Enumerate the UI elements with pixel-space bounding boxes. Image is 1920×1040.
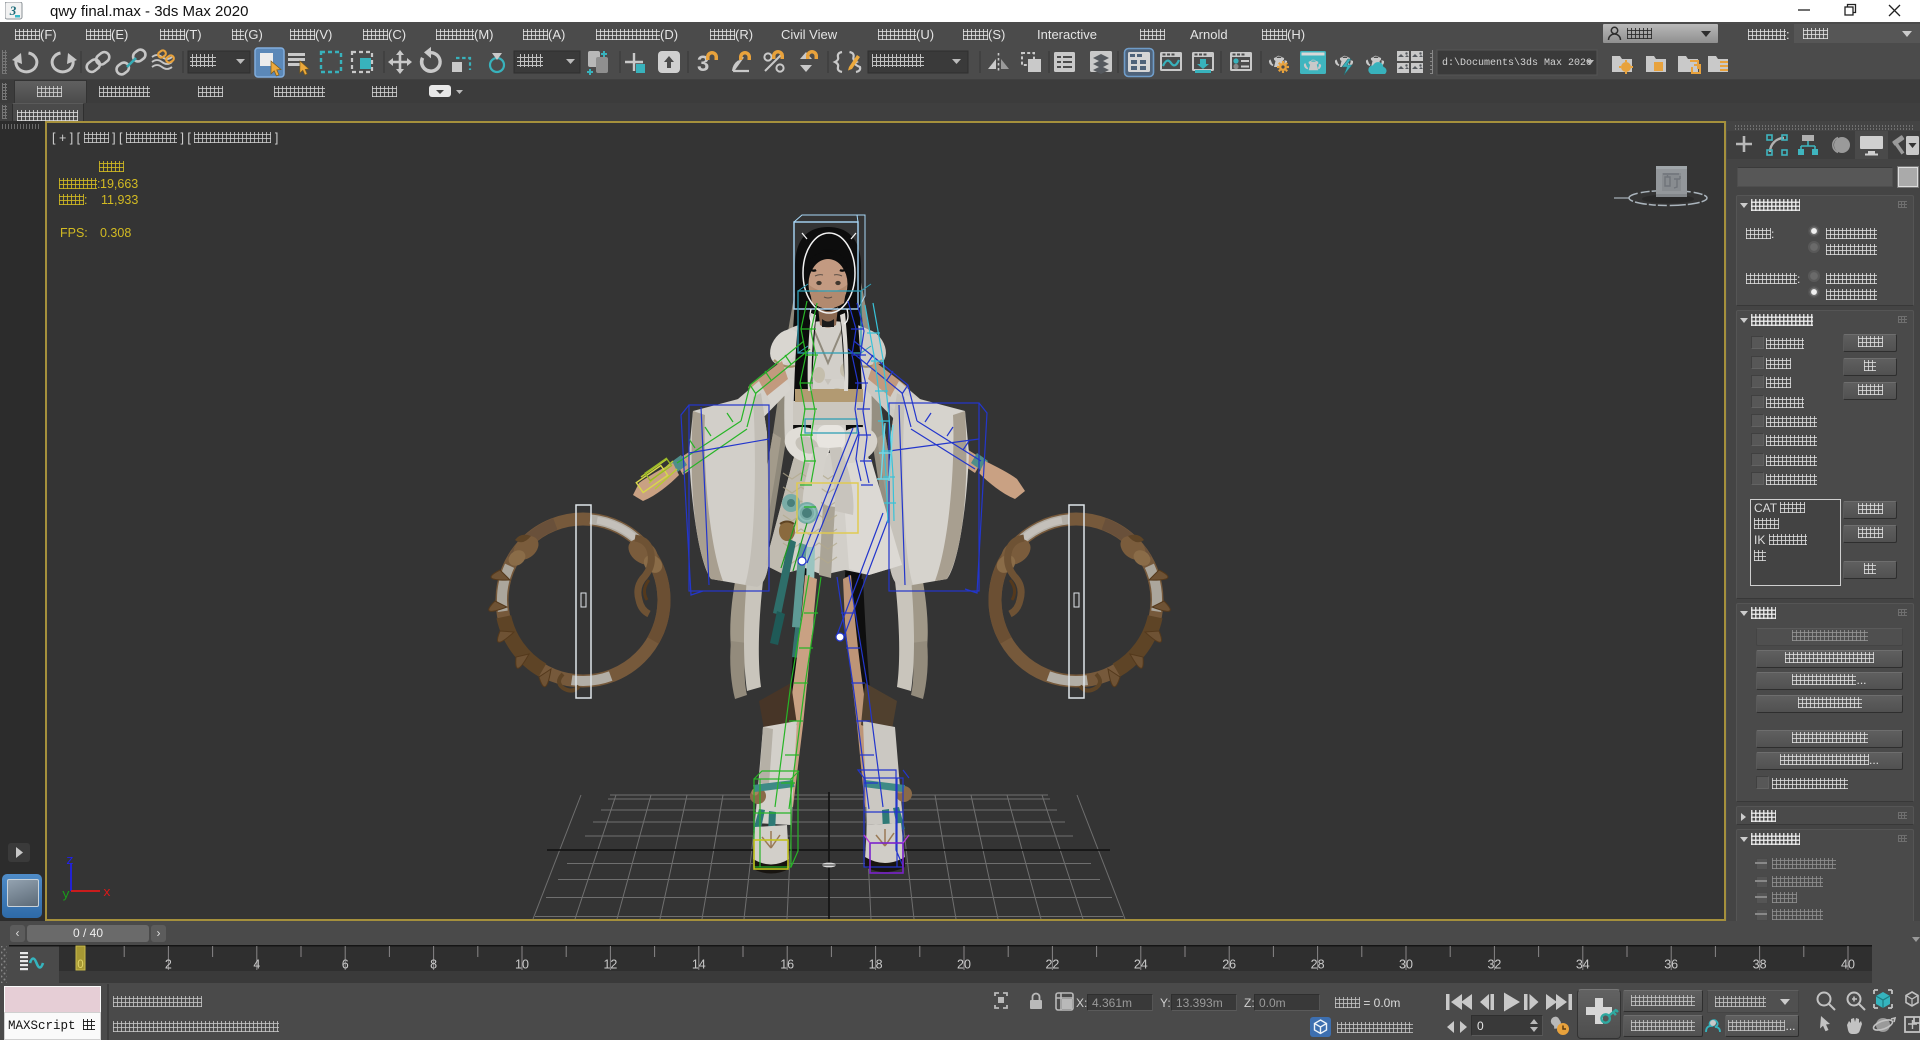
- svg-text:34: 34: [1576, 958, 1590, 972]
- svg-text:30: 30: [1399, 958, 1413, 972]
- svg-text:18: 18: [869, 958, 883, 972]
- svg-text:y: y: [62, 887, 70, 902]
- svg-text:12: 12: [603, 958, 617, 972]
- svg-text:26: 26: [1222, 958, 1236, 972]
- svg-text:20: 20: [957, 958, 971, 972]
- svg-text:d:\Documents\3ds Max 2020: d:\Documents\3ds Max 2020: [1442, 57, 1592, 69]
- svg-text:38: 38: [1753, 958, 1767, 972]
- svg-text:14: 14: [692, 958, 706, 972]
- svg-text:z: z: [66, 853, 74, 868]
- svg-text:10: 10: [515, 958, 529, 972]
- svg-text:8: 8: [430, 958, 437, 972]
- svg-text:4: 4: [253, 958, 260, 972]
- svg-text:0: 0: [77, 959, 83, 971]
- svg-text:28: 28: [1311, 958, 1325, 972]
- svg-text:36: 36: [1664, 958, 1678, 972]
- svg-text:x: x: [103, 885, 111, 900]
- svg-text:2: 2: [165, 958, 172, 972]
- svg-text:6: 6: [342, 958, 349, 972]
- svg-text:24: 24: [1134, 958, 1148, 972]
- svg-text:32: 32: [1487, 958, 1501, 972]
- svg-text:16: 16: [780, 958, 794, 972]
- svg-text:40: 40: [1841, 958, 1855, 972]
- svg-text:22: 22: [1045, 958, 1059, 972]
